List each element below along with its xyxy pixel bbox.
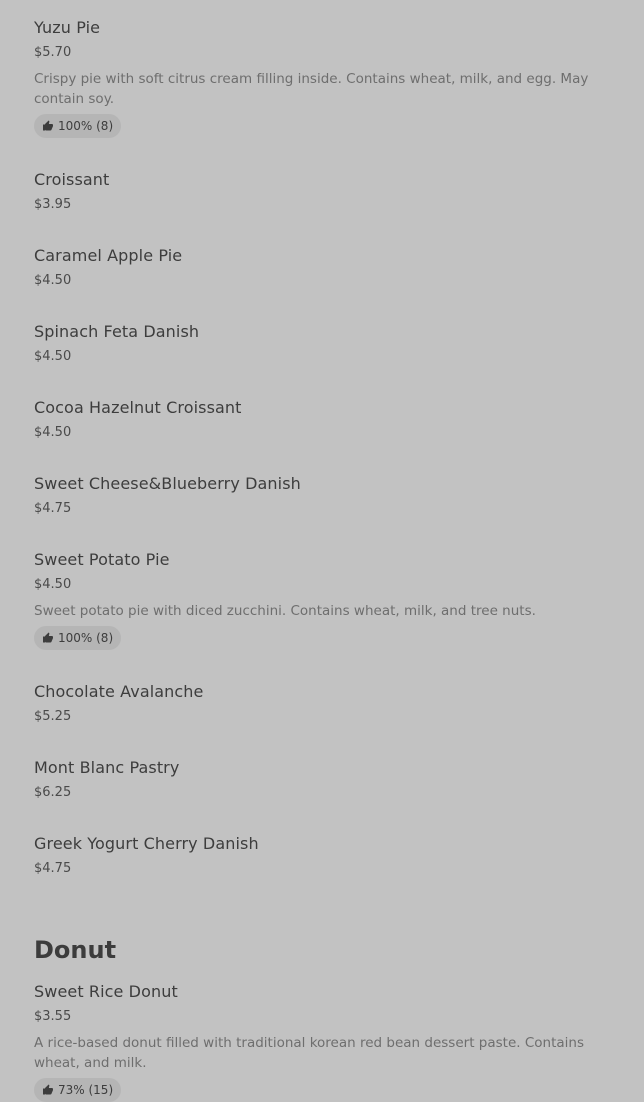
menu-page: { "icons": { "rating": "thumbs-up-icon" … xyxy=(0,0,644,1102)
menu-item-spinach-feta-danish[interactable]: Spinach Feta Danish $4.50 xyxy=(34,322,614,364)
item-name: Sweet Potato Pie xyxy=(34,550,170,569)
menu-item-yuzu-pie[interactable]: Yuzu Pie $5.70 Crispy pie with soft citr… xyxy=(34,18,614,138)
menu-item-sweet-rice-donut[interactable]: Sweet Rice Donut $3.55 A rice-based donu… xyxy=(34,982,614,1102)
menu-item-caramel-apple-pie[interactable]: Caramel Apple Pie $4.50 xyxy=(34,246,614,288)
rating-text: 100% (8) xyxy=(58,631,114,645)
item-description: Sweet potato pie with diced zucchini. Co… xyxy=(34,603,536,619)
menu-item-cocoa-hazelnut-croissant[interactable]: Cocoa Hazelnut Croissant $4.50 xyxy=(34,398,614,440)
item-price: $5.70 xyxy=(34,45,72,60)
item-price: $4.50 xyxy=(34,577,72,592)
item-name: Cocoa Hazelnut Croissant xyxy=(34,398,242,417)
menu-item-chocolate-avalanche[interactable]: Chocolate Avalanche $5.25 xyxy=(34,682,614,724)
item-name: Mont Blanc Pastry xyxy=(34,758,180,777)
menu-item-croissant[interactable]: Croissant $3.95 xyxy=(34,170,614,212)
item-description: A rice-based donut filled with tradition… xyxy=(34,1035,584,1071)
thumbs-up-icon xyxy=(43,120,53,131)
item-price: $6.25 xyxy=(34,785,72,800)
rating-badge: 73% (15) xyxy=(34,1078,122,1102)
rating-text: 100% (8) xyxy=(58,119,114,133)
item-name: Sweet Cheese&Blueberry Danish xyxy=(34,474,301,493)
item-name: Caramel Apple Pie xyxy=(34,246,183,265)
menu-item-sweet-cheese-blueberry-danish[interactable]: Sweet Cheese&Blueberry Danish $4.75 xyxy=(34,474,614,516)
thumbs-up-icon xyxy=(43,1084,53,1095)
item-price: $4.75 xyxy=(34,501,72,516)
item-price: $5.25 xyxy=(34,709,72,724)
item-price: $3.55 xyxy=(34,1009,72,1024)
item-name: Chocolate Avalanche xyxy=(34,682,204,701)
rating-badge: 100% (8) xyxy=(34,626,122,650)
menu-item-greek-yogurt-cherry-danish[interactable]: Greek Yogurt Cherry Danish $4.75 xyxy=(34,834,614,876)
item-name: Greek Yogurt Cherry Danish xyxy=(34,834,259,853)
thumbs-up-icon xyxy=(43,632,53,643)
item-price: $4.75 xyxy=(34,861,72,876)
item-name: Sweet Rice Donut xyxy=(34,982,178,1001)
rating-badge: 100% (8) xyxy=(34,114,122,138)
item-price: $4.50 xyxy=(34,273,72,288)
item-price: $4.50 xyxy=(34,349,72,364)
menu-item-mont-blanc-pastry[interactable]: Mont Blanc Pastry $6.25 xyxy=(34,758,614,800)
item-name: Yuzu Pie xyxy=(34,18,101,37)
item-description: Crispy pie with soft citrus cream fillin… xyxy=(34,71,589,107)
item-price: $3.95 xyxy=(34,197,72,212)
menu-item-sweet-potato-pie[interactable]: Sweet Potato Pie $4.50 Sweet potato pie … xyxy=(34,550,614,650)
item-name: Spinach Feta Danish xyxy=(34,322,200,341)
section-title-donut: Donut xyxy=(34,936,117,964)
item-name: Croissant xyxy=(34,170,110,189)
item-price: $4.50 xyxy=(34,425,72,440)
